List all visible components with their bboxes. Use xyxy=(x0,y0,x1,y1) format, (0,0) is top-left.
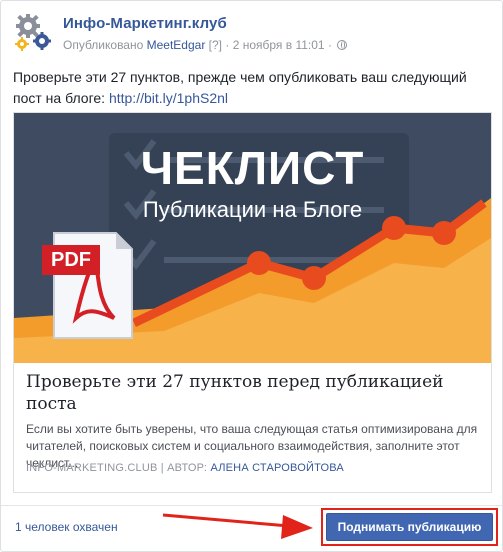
post-meta: Опубликовано MeetEdgar [?] · 2 ноября в … xyxy=(63,38,348,52)
boost-post-button[interactable]: Поднимать публикацию xyxy=(326,513,493,541)
page-avatar[interactable] xyxy=(13,13,53,53)
post-message: Проверьте эти 27 пунктов, прежде чем опу… xyxy=(13,67,493,109)
post-message-url[interactable]: http://bit.ly/1phS2nl xyxy=(109,90,228,106)
preview-body: Проверьте эти 27 пунктов перед публикаци… xyxy=(26,371,482,472)
pdf-document-icon: PDF xyxy=(28,231,124,339)
link-preview[interactable]: ЧЕКЛИСТ Публикации на Блоге PDF Проверьт… xyxy=(13,112,492,493)
reach-count-link[interactable]: 1 человек охвачен xyxy=(15,520,118,534)
published-prefix: Опубликовано xyxy=(63,38,144,52)
footer-divider xyxy=(1,505,502,506)
gears-logo-icon xyxy=(15,14,51,51)
preview-image-subtitle: Публикации на Блоге xyxy=(142,197,363,222)
preview-author-prefix: | АВТОР: xyxy=(160,462,208,474)
preview-meta: INFO-MARKETING.CLUB | АВТОР: АЛЕНА СТАРО… xyxy=(26,462,344,474)
post-date-link[interactable]: 2 ноября в 11:01 xyxy=(233,38,325,52)
page-name-link[interactable]: Инфо-Маркетинг.клуб xyxy=(63,15,227,32)
help-mark[interactable]: [?] xyxy=(209,38,222,52)
meta-separator-2: · xyxy=(327,38,332,52)
globe-icon[interactable] xyxy=(337,40,348,50)
post-card: Инфо-Маркетинг.клуб Опубликовано MeetEdg… xyxy=(0,0,503,552)
preview-image-title: ЧЕКЛИСТ xyxy=(140,142,365,194)
post-header: Инфо-Маркетинг.клуб Опубликовано MeetEdg… xyxy=(13,13,490,55)
meta-separator: · xyxy=(225,38,230,52)
preview-title[interactable]: Проверьте эти 27 пунктов перед публикаци… xyxy=(26,371,482,415)
preview-domain: INFO-MARKETING.CLUB xyxy=(26,462,158,474)
publisher-app-link[interactable]: MeetEdgar xyxy=(147,38,206,52)
pdf-label: PDF xyxy=(42,245,100,275)
preview-image[interactable]: ЧЕКЛИСТ Публикации на Блоге PDF xyxy=(14,113,491,363)
preview-author-link[interactable]: АЛЕНА СТАРОВОЙТОВА xyxy=(210,462,344,474)
post-message-text: Проверьте эти 27 пунктов, прежде чем опу… xyxy=(13,69,467,106)
red-arrow-icon xyxy=(162,513,313,539)
